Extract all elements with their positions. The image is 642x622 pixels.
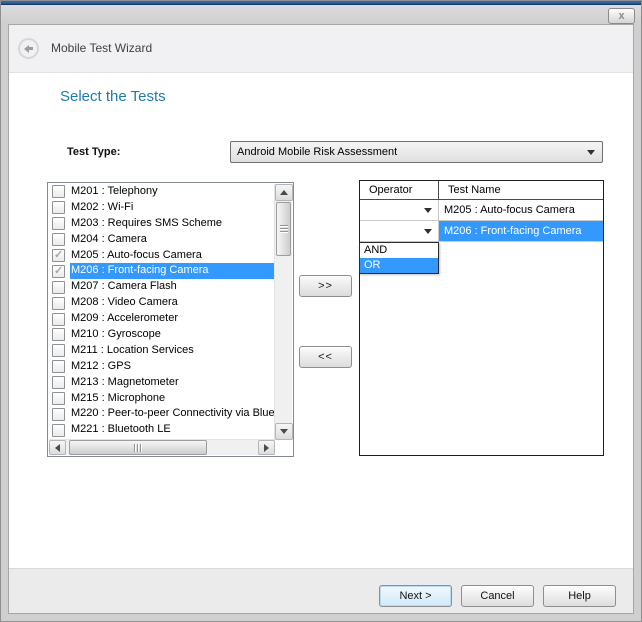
test-name-cell: M206 : Front-facing Camera [439, 221, 603, 241]
operator-dropdown-list: AND OR [359, 242, 439, 274]
list-item-label: M204 : Camera [70, 232, 274, 248]
list-item[interactable]: M211 : Location Services [48, 343, 274, 359]
list-item-label: M220 : Peer-to-peer Connectivity via Blu… [70, 406, 274, 422]
list-item-label: M205 : Auto-focus Camera [70, 248, 274, 264]
cancel-button[interactable]: Cancel [461, 585, 534, 607]
list-item-label: M210 : Gyroscope [70, 327, 274, 343]
chevron-down-icon [587, 150, 595, 155]
test-type-value: Android Mobile Risk Assessment [237, 146, 397, 158]
available-tests-listbox: M201 : Telephony M202 : Wi-Fi M203 : Req… [47, 182, 294, 457]
test-name-cell: M205 : Auto-focus Camera [439, 200, 603, 220]
operator-column-header: Operator [360, 181, 439, 199]
list-item-label: M212 : GPS [70, 359, 274, 375]
table-row-selected[interactable]: M206 : Front-facing Camera [360, 221, 603, 242]
list-item-label: M202 : Wi-Fi [70, 200, 274, 216]
chevron-down-icon [424, 208, 432, 213]
list-item-selected[interactable]: M206 : Front-facing Camera [48, 263, 274, 279]
list-item[interactable]: M208 : Video Camera [48, 295, 274, 311]
titlebar: x [1, 5, 642, 24]
arrow-up-icon [280, 190, 288, 195]
test-name-column-header: Test Name [439, 181, 603, 199]
horizontal-scroll-thumb[interactable] [69, 440, 207, 455]
checkbox[interactable] [52, 233, 65, 246]
operator-combobox[interactable] [360, 200, 439, 220]
list-item-label: M211 : Location Services [70, 343, 274, 359]
wizard-title: Mobile Test Wizard [51, 41, 152, 55]
list-item[interactable]: M202 : Wi-Fi [48, 200, 274, 216]
arrow-left-icon [55, 444, 60, 452]
list-item-label: M207 : Camera Flash [70, 279, 274, 295]
list-item-label: M213 : Magnetometer [70, 375, 274, 391]
add-tests-button[interactable]: >> [299, 275, 352, 297]
scroll-left-button[interactable] [49, 440, 66, 455]
selected-tests-table: Operator Test Name M205 : Auto-focus Cam… [359, 180, 604, 456]
page-heading: Select the Tests [60, 88, 166, 105]
checkbox[interactable] [52, 328, 65, 341]
remove-tests-button[interactable]: << [299, 346, 352, 368]
list-item[interactable]: M220 : Peer-to-peer Connectivity via Blu… [48, 406, 274, 422]
dropdown-option-and[interactable]: AND [360, 243, 438, 258]
list-item-label: M203 : Requires SMS Scheme [70, 216, 274, 232]
arrow-down-icon [280, 429, 288, 434]
scroll-right-button[interactable] [258, 440, 275, 455]
back-arrow-icon-tail [28, 47, 33, 50]
scroll-up-button[interactable] [275, 184, 293, 201]
checkbox[interactable] [52, 281, 65, 294]
checkbox[interactable] [52, 344, 65, 357]
test-type-select[interactable]: Android Mobile Risk Assessment [230, 141, 603, 163]
next-button[interactable]: Next > [379, 585, 452, 607]
list-item[interactable]: M209 : Accelerometer [48, 311, 274, 327]
table-header: Operator Test Name [360, 181, 603, 200]
chevron-down-icon [424, 229, 432, 234]
grip-icon [280, 225, 288, 233]
list-item[interactable]: M215 : Microphone [48, 391, 274, 407]
list-item[interactable]: M212 : GPS [48, 359, 274, 375]
back-button[interactable] [18, 38, 39, 59]
table-row[interactable]: M205 : Auto-focus Camera [360, 200, 603, 221]
list-item-label: M208 : Video Camera [70, 295, 274, 311]
list-item[interactable]: M207 : Camera Flash [48, 279, 274, 295]
horizontal-scrollbar[interactable] [49, 439, 275, 455]
checkbox[interactable] [52, 376, 65, 389]
available-tests-rows: M201 : Telephony M202 : Wi-Fi M203 : Req… [48, 184, 274, 439]
list-item-label: M206 : Front-facing Camera [70, 263, 274, 279]
checkbox[interactable] [52, 360, 65, 373]
list-item[interactable]: M201 : Telephony [48, 184, 274, 200]
help-button[interactable]: Help [543, 585, 616, 607]
checkbox-checked[interactable] [52, 265, 65, 278]
list-item[interactable]: M213 : Magnetometer [48, 375, 274, 391]
close-button[interactable]: x [608, 8, 635, 24]
test-type-label: Test Type: [67, 146, 120, 158]
arrow-right-icon [264, 444, 269, 452]
list-item[interactable]: M205 : Auto-focus Camera [48, 248, 274, 264]
mobile-test-wizard-window: x Mobile Test Wizard Select the Tests Te… [0, 0, 642, 622]
list-item[interactable]: M204 : Camera [48, 232, 274, 248]
checkbox-checked[interactable] [52, 249, 65, 262]
list-item-label: M201 : Telephony [70, 184, 274, 200]
checkbox[interactable] [52, 297, 65, 310]
checkbox[interactable] [52, 392, 65, 405]
vertical-scroll-thumb[interactable] [276, 202, 291, 256]
close-icon: x [618, 11, 624, 22]
list-item[interactable]: M210 : Gyroscope [48, 327, 274, 343]
checkbox[interactable] [52, 217, 65, 230]
wizard-header: Mobile Test Wizard [9, 25, 633, 73]
checkbox[interactable] [52, 185, 65, 198]
grip-icon [134, 444, 143, 452]
wizard-panel: Mobile Test Wizard Select the Tests Test… [8, 24, 634, 614]
operator-combobox[interactable] [360, 221, 439, 241]
checkbox[interactable] [52, 201, 65, 214]
list-item-label: M215 : Microphone [70, 391, 274, 407]
checkbox[interactable] [52, 408, 65, 421]
scroll-down-button[interactable] [275, 423, 293, 440]
list-item-label: M209 : Accelerometer [70, 311, 274, 327]
checkbox[interactable] [52, 424, 65, 437]
dropdown-option-or[interactable]: OR [360, 258, 438, 273]
list-item-label: M221 : Bluetooth LE [70, 422, 274, 438]
vertical-scrollbar[interactable] [274, 184, 292, 440]
checkbox[interactable] [52, 313, 65, 326]
footer-bar: Next > Cancel Help [9, 568, 633, 613]
list-item[interactable]: M221 : Bluetooth LE [48, 422, 274, 438]
list-item[interactable]: M203 : Requires SMS Scheme [48, 216, 274, 232]
